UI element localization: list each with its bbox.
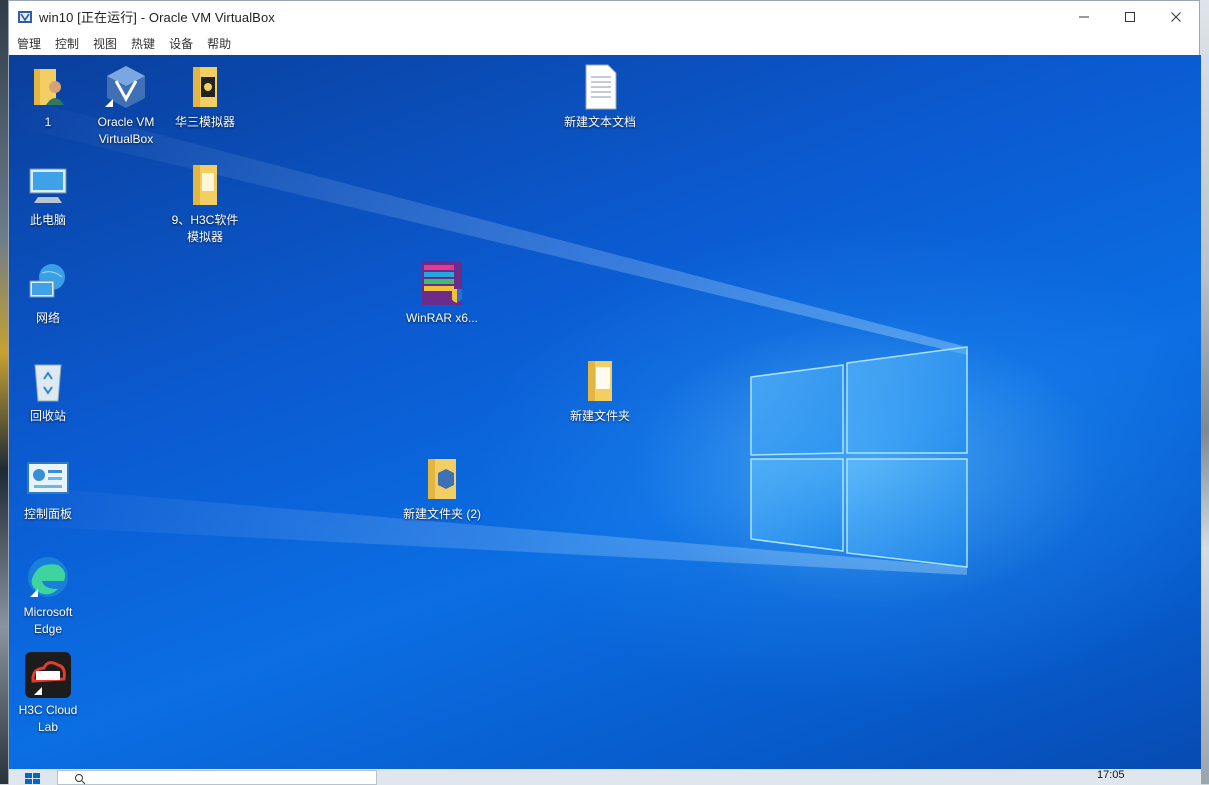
desktop-icon-network[interactable]: 网络 xyxy=(9,259,87,327)
desktop-icon-winrar[interactable]: WinRAR x6... xyxy=(403,259,481,327)
desktop-icon-label: WinRAR x6... xyxy=(405,311,478,325)
minimize-icon xyxy=(1079,16,1089,17)
hcl-icon xyxy=(25,652,71,698)
desktop-icon-label: 华三模拟器 xyxy=(174,115,235,129)
edge-icon xyxy=(28,557,68,597)
menu-help[interactable]: 帮助 xyxy=(207,35,231,52)
desktop-icon-this-pc[interactable]: 此电脑 xyxy=(9,161,87,229)
window-title: win10 [正在运行] - Oracle VM VirtualBox xyxy=(39,10,275,25)
folder-icon xyxy=(588,361,612,401)
close-icon xyxy=(1171,11,1181,22)
menu-control[interactable]: 控制 xyxy=(55,35,79,52)
menu-devices[interactable]: 设备 xyxy=(169,35,193,52)
menu-hotkeys[interactable]: 热键 xyxy=(131,35,155,52)
menu-view[interactable]: 视图 xyxy=(93,35,117,52)
control-panel-icon xyxy=(27,462,69,494)
folder-icon xyxy=(193,67,217,107)
taskbar-clock[interactable]: 17:05 xyxy=(1097,769,1125,781)
desktop-icon-control-panel[interactable]: 控制面板 xyxy=(9,455,87,523)
desktop-icon-label: 此电脑 xyxy=(29,213,66,227)
desktop-icon-label: H3C Cloud Lab xyxy=(18,703,78,734)
maximize-button[interactable] xyxy=(1107,1,1153,32)
guest-desktop: 1 此电脑 网络 回收站 控制面板 Microsoft Edge H3C Clo… xyxy=(9,55,1201,785)
taskbar-search-box[interactable] xyxy=(57,770,377,785)
title-bar[interactable]: win10 [正在运行] - Oracle VM VirtualBox xyxy=(9,1,1199,32)
desktop-icon-label: 新建文件夹 (2) xyxy=(403,507,482,521)
desktop-icon-h3c-simulator[interactable]: 华三模拟器 xyxy=(166,63,244,131)
virtualbox-folder-icon xyxy=(428,459,456,499)
virtualbox-app-icon xyxy=(18,10,32,23)
desktop-icon-label: 9、H3C软件模拟器 xyxy=(171,213,239,244)
virtualbox-icon xyxy=(105,66,145,108)
start-icon[interactable] xyxy=(23,771,43,785)
desktop-icon-label: 新建文本文档 xyxy=(563,115,636,129)
computer-icon xyxy=(29,168,67,203)
desktop-icon-label: 控制面板 xyxy=(23,507,72,521)
host-desktop-right-strip xyxy=(1200,0,1209,784)
network-icon xyxy=(29,264,65,298)
minimize-button[interactable] xyxy=(1061,1,1107,32)
text-document-icon xyxy=(585,64,617,110)
desktop-icon-h3c-cloud-lab[interactable]: H3C Cloud Lab xyxy=(9,651,87,736)
folder-icon xyxy=(193,165,217,205)
menu-manage[interactable]: 管理 xyxy=(17,35,41,52)
winrar-icon xyxy=(422,261,462,305)
desktop-icon-new-text-document[interactable]: 新建文本文档 xyxy=(561,63,639,131)
virtualbox-window: win10 [正在运行] - Oracle VM VirtualBox 管理 控… xyxy=(8,0,1201,785)
host-desktop-left-strip xyxy=(0,0,8,784)
desktop-icon-label: 1 xyxy=(44,115,52,129)
maximize-icon xyxy=(1125,11,1135,22)
desktop-icon-virtualbox[interactable]: Oracle VM VirtualBox xyxy=(87,63,165,148)
menu-bar: 管理 控制 视图 热键 设备 帮助 xyxy=(9,32,1199,54)
desktop-icon-edge[interactable]: Microsoft Edge xyxy=(9,553,87,638)
recycle-bin-icon xyxy=(34,364,62,402)
window-controls xyxy=(1061,1,1199,32)
close-button[interactable] xyxy=(1153,1,1199,32)
search-icon xyxy=(75,774,86,785)
desktop-icon-recycle-bin[interactable]: 回收站 xyxy=(9,357,87,425)
desktop-icon-h3c-software-folder[interactable]: 9、H3C软件模拟器 xyxy=(166,161,244,246)
user-folder-icon xyxy=(34,69,64,105)
desktop-icon-label: 网络 xyxy=(35,311,60,325)
desktop-icon-label: Microsoft Edge xyxy=(23,605,73,636)
taskbar: 17:05 xyxy=(9,769,1201,785)
desktop-icon-label: 回收站 xyxy=(29,409,66,423)
desktop-icon-user-folder[interactable]: 1 xyxy=(9,63,87,131)
desktop-icon-label: Oracle VM VirtualBox xyxy=(97,115,155,146)
desktop-icon-label: 新建文件夹 xyxy=(569,409,630,423)
desktop-icon-new-folder-2[interactable]: 新建文件夹 (2) xyxy=(403,455,481,523)
desktop-icon-new-folder[interactable]: 新建文件夹 xyxy=(561,357,639,425)
